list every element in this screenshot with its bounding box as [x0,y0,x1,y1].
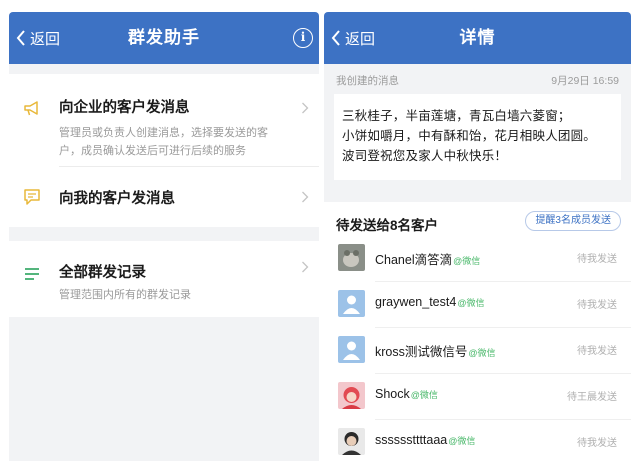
menu-group-send: 向企业的客户发消息 管理员或负责人创建消息，选择要发送的客户，成员确认发送后可进… [9,74,319,227]
menu-description: 管理员或负责人创建消息，选择要发送的客户，成员确认发送后可进行后续的服务 [59,127,268,157]
avatar [338,382,365,409]
wechat-tag: @微信 [468,348,496,358]
list-item[interactable]: graywen_test4@微信 待我发送 [324,282,631,328]
menu-item-my-customers[interactable]: 向我的客户发消息 [9,167,319,227]
wechat-tag: @微信 [410,390,438,400]
avatar [338,336,365,363]
message-line: 波司登祝您及家人中秋快乐！ [342,149,508,163]
message-card: 三秋桂子，半亩莲塘，青瓦白墙六菱窗； 小饼如嚼月，中有酥和饴，花月相映人团圆。 … [334,94,621,180]
contact-name: Chanel滴答滴 [375,253,453,267]
menu-item-enterprise-customers[interactable]: 向企业的客户发消息 管理员或负责人创建消息，选择要发送的客户，成员确认发送后可进… [9,74,319,166]
contact-name: kross测试微信号 [375,345,468,359]
contact-status: 待我发送 [577,438,617,449]
contact-status: 待我发送 [577,254,617,265]
message-line: 小饼如嚼月，中有酥和饴，花月相映人团圆。 [342,129,597,143]
avatar [338,290,365,317]
chevron-right-icon [302,261,309,273]
list-icon [25,268,39,280]
menu-item-all-records[interactable]: 全部群发记录 管理范围内所有的群发记录 [9,241,319,317]
created-time: 9月29日 16:59 [551,75,619,87]
remind-members-button[interactable]: 提醒3名成员发送 [525,211,621,231]
list-item[interactable]: kross测试微信号@微信 待我发送 [324,328,631,374]
list-item[interactable]: ssssssttttaaa@微信 待我发送 [324,420,631,461]
left-screen: 返回 群发助手 i 向企业的客户发消息 管理员或负责人创建消息，选择要发送的客户… [9,12,319,461]
message-line: 三秋桂子，半亩莲塘，青瓦白墙六菱窗； [342,109,571,123]
wechat-tag: @微信 [457,298,485,308]
recipient-list: 待发送给8名客户 提醒3名成员发送 Chanel滴答滴@微信 待我发送 gray… [324,202,631,461]
contact-status: 待王晨发送 [567,392,617,403]
page-title: 详情 [459,28,496,47]
avatar [338,244,365,271]
contact-name: Shock [375,387,410,401]
right-navbar: 返回 详情 [324,12,631,64]
contact-status: 待我发送 [577,300,617,311]
info-icon[interactable]: i [293,28,313,48]
contact-status: 待我发送 [577,346,617,357]
chat-bubble-icon [24,189,40,205]
left-navbar: 返回 群发助手 i [9,12,319,64]
list-item[interactable]: Chanel滴答滴@微信 待我发送 [324,236,631,282]
megaphone-icon [24,101,38,116]
list-item[interactable]: Shock@微信 待王晨发送 [324,374,631,420]
pending-title: 待发送给8名客户 [336,218,439,233]
wechat-tag: @微信 [453,256,481,266]
menu-description: 管理范围内所有的群发记录 [59,289,191,301]
page-title: 群发助手 [128,28,200,47]
created-label: 我创建的消息 [336,75,399,87]
contact-name: graywen_test4 [375,295,457,309]
menu-title: 向我的客户发消息 [59,191,175,207]
menu-group-records: 全部群发记录 管理范围内所有的群发记录 [9,241,319,317]
wechat-tag: @微信 [448,436,476,446]
chevron-right-icon [302,191,309,203]
message-meta: 我创建的消息 9月29日 16:59 [324,64,631,94]
avatar [338,428,365,455]
menu-title: 向企业的客户发消息 [59,100,190,116]
contact-name: ssssssttttaaa [375,433,448,447]
right-screen: 返回 详情 我创建的消息 9月29日 16:59 三秋桂子，半亩莲塘，青瓦白墙六… [324,12,631,461]
menu-title: 全部群发记录 [59,265,146,281]
chevron-right-icon [302,102,309,114]
